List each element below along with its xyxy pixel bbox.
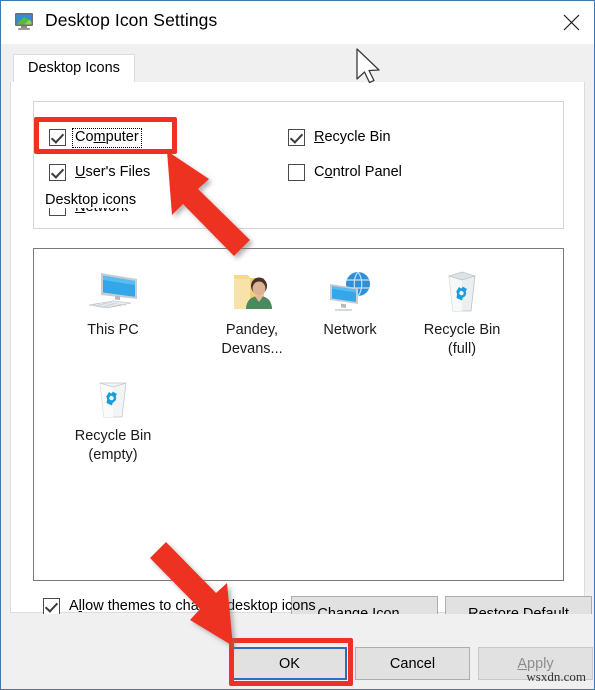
cancel-button-label: Cancel	[389, 655, 436, 672]
icon-preview-panel[interactable]: This PC Pandey, Devans... Network Recycl…	[33, 248, 564, 581]
desktop-icon-settings-dialog: Desktop Icon Settings Desktop Icons Desk…	[0, 0, 595, 690]
checkbox-recycle-bin-box[interactable]	[288, 129, 305, 146]
checkbox-control-panel-box[interactable]	[288, 164, 305, 181]
dialog-body: Desktop icons Computer User's Files Netw…	[10, 82, 592, 631]
checkbox-control-panel-label: Control Panel	[314, 164, 402, 181]
checkbox-computer-label: Computer	[72, 128, 142, 148]
tab-desktop-icons[interactable]: Desktop Icons	[13, 54, 135, 83]
desktop-monitor-icon	[14, 12, 36, 32]
preview-label-line2: (full)	[447, 341, 477, 357]
checkbox-users-files-box[interactable]	[49, 164, 66, 181]
checkbox-allow-themes[interactable]: Allow themes to change desktop icons	[43, 598, 316, 615]
preview-label-line1: Recycle Bin	[423, 322, 501, 338]
preview-item-this-pc[interactable]: This PC	[55, 263, 171, 340]
preview-item-recycle-bin-full[interactable]: Recycle Bin (full)	[404, 263, 520, 359]
ok-button[interactable]: OK	[232, 647, 347, 680]
checkbox-computer[interactable]: Computer	[49, 128, 142, 148]
preview-label-line1: Network	[323, 322, 377, 338]
preview-label-line2: (empty)	[88, 447, 138, 463]
checkbox-users-files-label: User's Files	[75, 164, 151, 181]
checkbox-computer-box[interactable]	[49, 129, 66, 146]
recycle-bin-empty-icon	[55, 369, 171, 427]
checkbox-users-files[interactable]: User's Files	[49, 164, 150, 181]
tab-strip: Desktop Icons	[1, 44, 594, 83]
cancel-button[interactable]: Cancel	[355, 647, 470, 680]
desktop-icons-group-title: Desktop icons	[41, 192, 141, 208]
checkbox-recycle-bin-label: Recycle Bin	[314, 129, 391, 146]
watermark: wsxdn.com	[526, 669, 586, 684]
tab-label: Desktop Icons	[28, 60, 120, 76]
preview-item-network[interactable]: Network	[292, 263, 408, 340]
preview-label-line2: Devans...	[221, 341, 283, 357]
network-icon	[292, 263, 408, 321]
dialog-footer: OK Cancel Apply	[2, 614, 594, 689]
checkbox-allow-themes-box[interactable]	[43, 598, 60, 615]
ok-button-label: OK	[279, 655, 300, 672]
this-pc-icon	[55, 263, 171, 321]
checkbox-allow-themes-label: Allow themes to change desktop icons	[69, 598, 316, 615]
title-bar: Desktop Icon Settings	[1, 1, 594, 44]
window-title: Desktop Icon Settings	[45, 10, 218, 30]
checkbox-recycle-bin[interactable]: Recycle Bin	[288, 129, 391, 146]
close-button[interactable]	[548, 1, 594, 44]
checkbox-control-panel[interactable]: Control Panel	[288, 164, 402, 181]
preview-label-line1: Recycle Bin	[74, 428, 152, 444]
recycle-bin-full-icon	[404, 263, 520, 321]
preview-item-recycle-bin-empty[interactable]: Recycle Bin (empty)	[55, 369, 171, 465]
preview-label-line1: This PC	[87, 322, 139, 338]
